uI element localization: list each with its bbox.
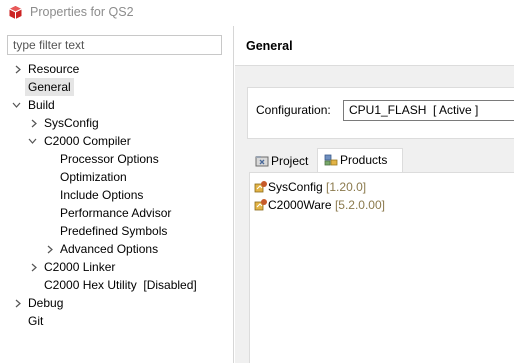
product-version: [1.20.0] <box>326 180 367 194</box>
tree-item-c2000-hex-utility[interactable]: C2000 Hex Utility [Disabled] <box>0 276 233 294</box>
tree-item-label: C2000 Linker <box>44 260 116 274</box>
project-icon <box>255 156 269 167</box>
tree-item-debug[interactable]: Debug <box>0 294 233 312</box>
tree-item-label: Predefined Symbols <box>60 224 168 238</box>
chevron-right-icon[interactable] <box>30 114 40 132</box>
product-plugin-icon <box>254 181 267 193</box>
tree-item-label: Optimization <box>60 170 127 184</box>
tree-item-performance-advisor[interactable]: Performance Advisor <box>0 204 233 222</box>
list-item[interactable]: C2000Ware [5.2.0.00] <box>254 196 385 214</box>
tree-item-label: Performance Advisor <box>60 206 172 220</box>
tree-item-label: Processor Options <box>60 152 159 166</box>
tree-item-label: Resource <box>28 62 80 76</box>
tree-item-c2000-linker[interactable]: C2000 Linker <box>0 258 233 276</box>
product-name: SysConfig <box>268 180 323 194</box>
tree-item-c2000-compiler[interactable]: C2000 Compiler <box>0 132 233 150</box>
chevron-right-icon[interactable] <box>30 258 40 276</box>
products-icon <box>324 154 338 166</box>
properties-page: General Configuration: CPU1_FLASH [ Acti… <box>235 26 514 363</box>
tree-item-build[interactable]: Build <box>0 96 233 114</box>
tree-item-label: Debug <box>28 296 64 310</box>
configuration-group: Configuration: CPU1_FLASH [ Active ] <box>247 87 514 139</box>
tree-item-label: Git <box>28 314 44 328</box>
tab-project[interactable]: Project <box>249 150 317 172</box>
navigation-pane: Resource General Build SysConfig C2000 C… <box>0 26 234 363</box>
products-list: SysConfig [1.20.0] C2000Ware [5.2.0.00] <box>249 172 514 363</box>
tree-item-label: Build <box>28 98 55 112</box>
tree-item-general[interactable]: General <box>0 78 233 96</box>
title-bar: Properties for QS2 <box>0 0 514 26</box>
tree-item-label: C2000 Compiler <box>44 134 131 148</box>
page-header: General <box>235 26 514 66</box>
tree-item-label: Advanced Options <box>60 242 159 256</box>
product-plugin-icon <box>254 199 267 211</box>
tree-item-label: C2000 Hex Utility [Disabled] <box>44 278 197 292</box>
configuration-value: CPU1_FLASH [ Active ] <box>349 103 479 117</box>
product-version: [5.2.0.00] <box>334 198 385 212</box>
tree-item-label: General <box>25 78 74 96</box>
tree-item-resource[interactable]: Resource <box>0 60 233 78</box>
chevron-down-icon[interactable] <box>28 132 38 150</box>
properties-app-icon <box>9 6 22 19</box>
tree-item-optimization[interactable]: Optimization <box>0 168 233 186</box>
product-name: C2000Ware <box>268 198 332 212</box>
chevron-right-icon[interactable] <box>14 294 24 312</box>
configuration-select[interactable]: CPU1_FLASH [ Active ] <box>343 100 514 121</box>
tree-item-predefined-symbols[interactable]: Predefined Symbols <box>0 222 233 240</box>
tree-item-processor-options[interactable]: Processor Options <box>0 150 233 168</box>
filter-input[interactable] <box>7 35 222 55</box>
chevron-right-icon[interactable] <box>46 240 56 258</box>
chevron-right-icon[interactable] <box>14 60 24 78</box>
tree-item-advanced-options[interactable]: Advanced Options <box>0 240 233 258</box>
tree-item-label: SysConfig <box>44 116 99 130</box>
tree-item-include-options[interactable]: Include Options <box>0 186 233 204</box>
tree-item-label: Include Options <box>60 188 144 202</box>
tab-products[interactable]: Products <box>317 148 403 172</box>
chevron-down-icon[interactable] <box>12 96 22 114</box>
page-title: General <box>246 39 293 53</box>
tab-label: Products <box>340 153 388 167</box>
tree-item-git[interactable]: Git <box>0 312 233 330</box>
tab-label: Project <box>271 154 309 168</box>
tree-item-sysconfig[interactable]: SysConfig <box>0 114 233 132</box>
configuration-label: Configuration: <box>256 103 331 117</box>
window-title: Properties for QS2 <box>30 5 134 19</box>
list-item[interactable]: SysConfig [1.20.0] <box>254 178 367 196</box>
